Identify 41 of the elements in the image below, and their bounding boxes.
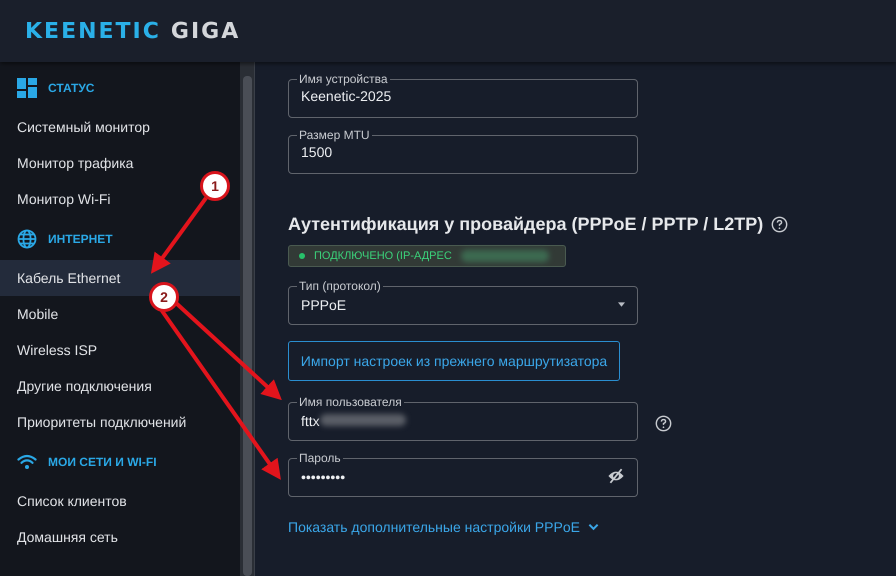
field-label: Размер MTU: [298, 128, 371, 142]
input-field[interactable]: Имя устройства Keenetic-2025: [288, 72, 638, 118]
status-dot-icon: [299, 253, 305, 259]
brand-logo: KEENETIC: [25, 18, 161, 44]
field-value: •••••••••: [301, 469, 346, 485]
globe-icon: [17, 228, 37, 248]
field-label: Имя устройства: [298, 72, 389, 86]
field-value: 1500: [301, 144, 332, 160]
field-value: Keenetic-2025: [301, 88, 392, 104]
import-button[interactable]: Импорт настроек из прежнего маршрутизатора: [288, 341, 620, 381]
sidebar-item[interactable]: Монитор Wi-Fi: [0, 181, 117, 217]
input-field[interactable]: Пароль •••••••••: [288, 451, 638, 497]
section-title: Аутентификация у провайдера (PPPoE / PPTP / L2TP): [288, 214, 764, 235]
section-heading: СТАТУС: [48, 80, 94, 94]
sidebar-item[interactable]: Список клиентов: [0, 483, 133, 519]
eye-off-icon[interactable]: [607, 468, 625, 484]
sidebar-item[interactable]: Монитор трафика: [0, 145, 140, 181]
more-settings-link[interactable]: Показать дополнительные настройки PPPoE: [288, 519, 896, 535]
chevron-down-icon: [588, 523, 599, 531]
help-icon[interactable]: [655, 414, 672, 432]
model-name: GIGA: [170, 18, 240, 44]
caret-icon: [618, 302, 625, 306]
field-label: Имя пользователя: [298, 395, 403, 409]
help-icon[interactable]: [771, 216, 788, 233]
sidebar-item[interactable]: Системный монитор: [0, 109, 156, 145]
status-text: ПОДКЛЮЧЕНО (IP-АДРЕС: [314, 250, 452, 262]
field-label: Пароль: [298, 451, 342, 465]
sidebar-item[interactable]: Другие подключения: [0, 368, 158, 404]
sidebar-item[interactable]: Mobile: [0, 296, 64, 332]
section-heading: ИНТЕРНЕТ: [48, 232, 113, 246]
input-field[interactable]: Размер MTU 1500: [288, 128, 638, 174]
sidebar-item[interactable]: Домашняя сеть: [0, 519, 124, 555]
input-field[interactable]: Имя пользователя fttx: [288, 395, 638, 441]
section-heading: МОИ СЕТИ И WI-FI: [48, 454, 157, 468]
field-value: PPPoE: [301, 297, 346, 313]
dashboard-icon: [17, 78, 37, 98]
sidebar-item[interactable]: Wireless ISP: [0, 332, 104, 368]
sidebar-item[interactable]: Приоритеты подключений: [0, 404, 192, 440]
field-value: fttx: [301, 413, 320, 429]
input-field[interactable]: Тип (протокол) PPPoE: [288, 279, 638, 325]
field-label: Тип (протокол): [298, 279, 382, 293]
